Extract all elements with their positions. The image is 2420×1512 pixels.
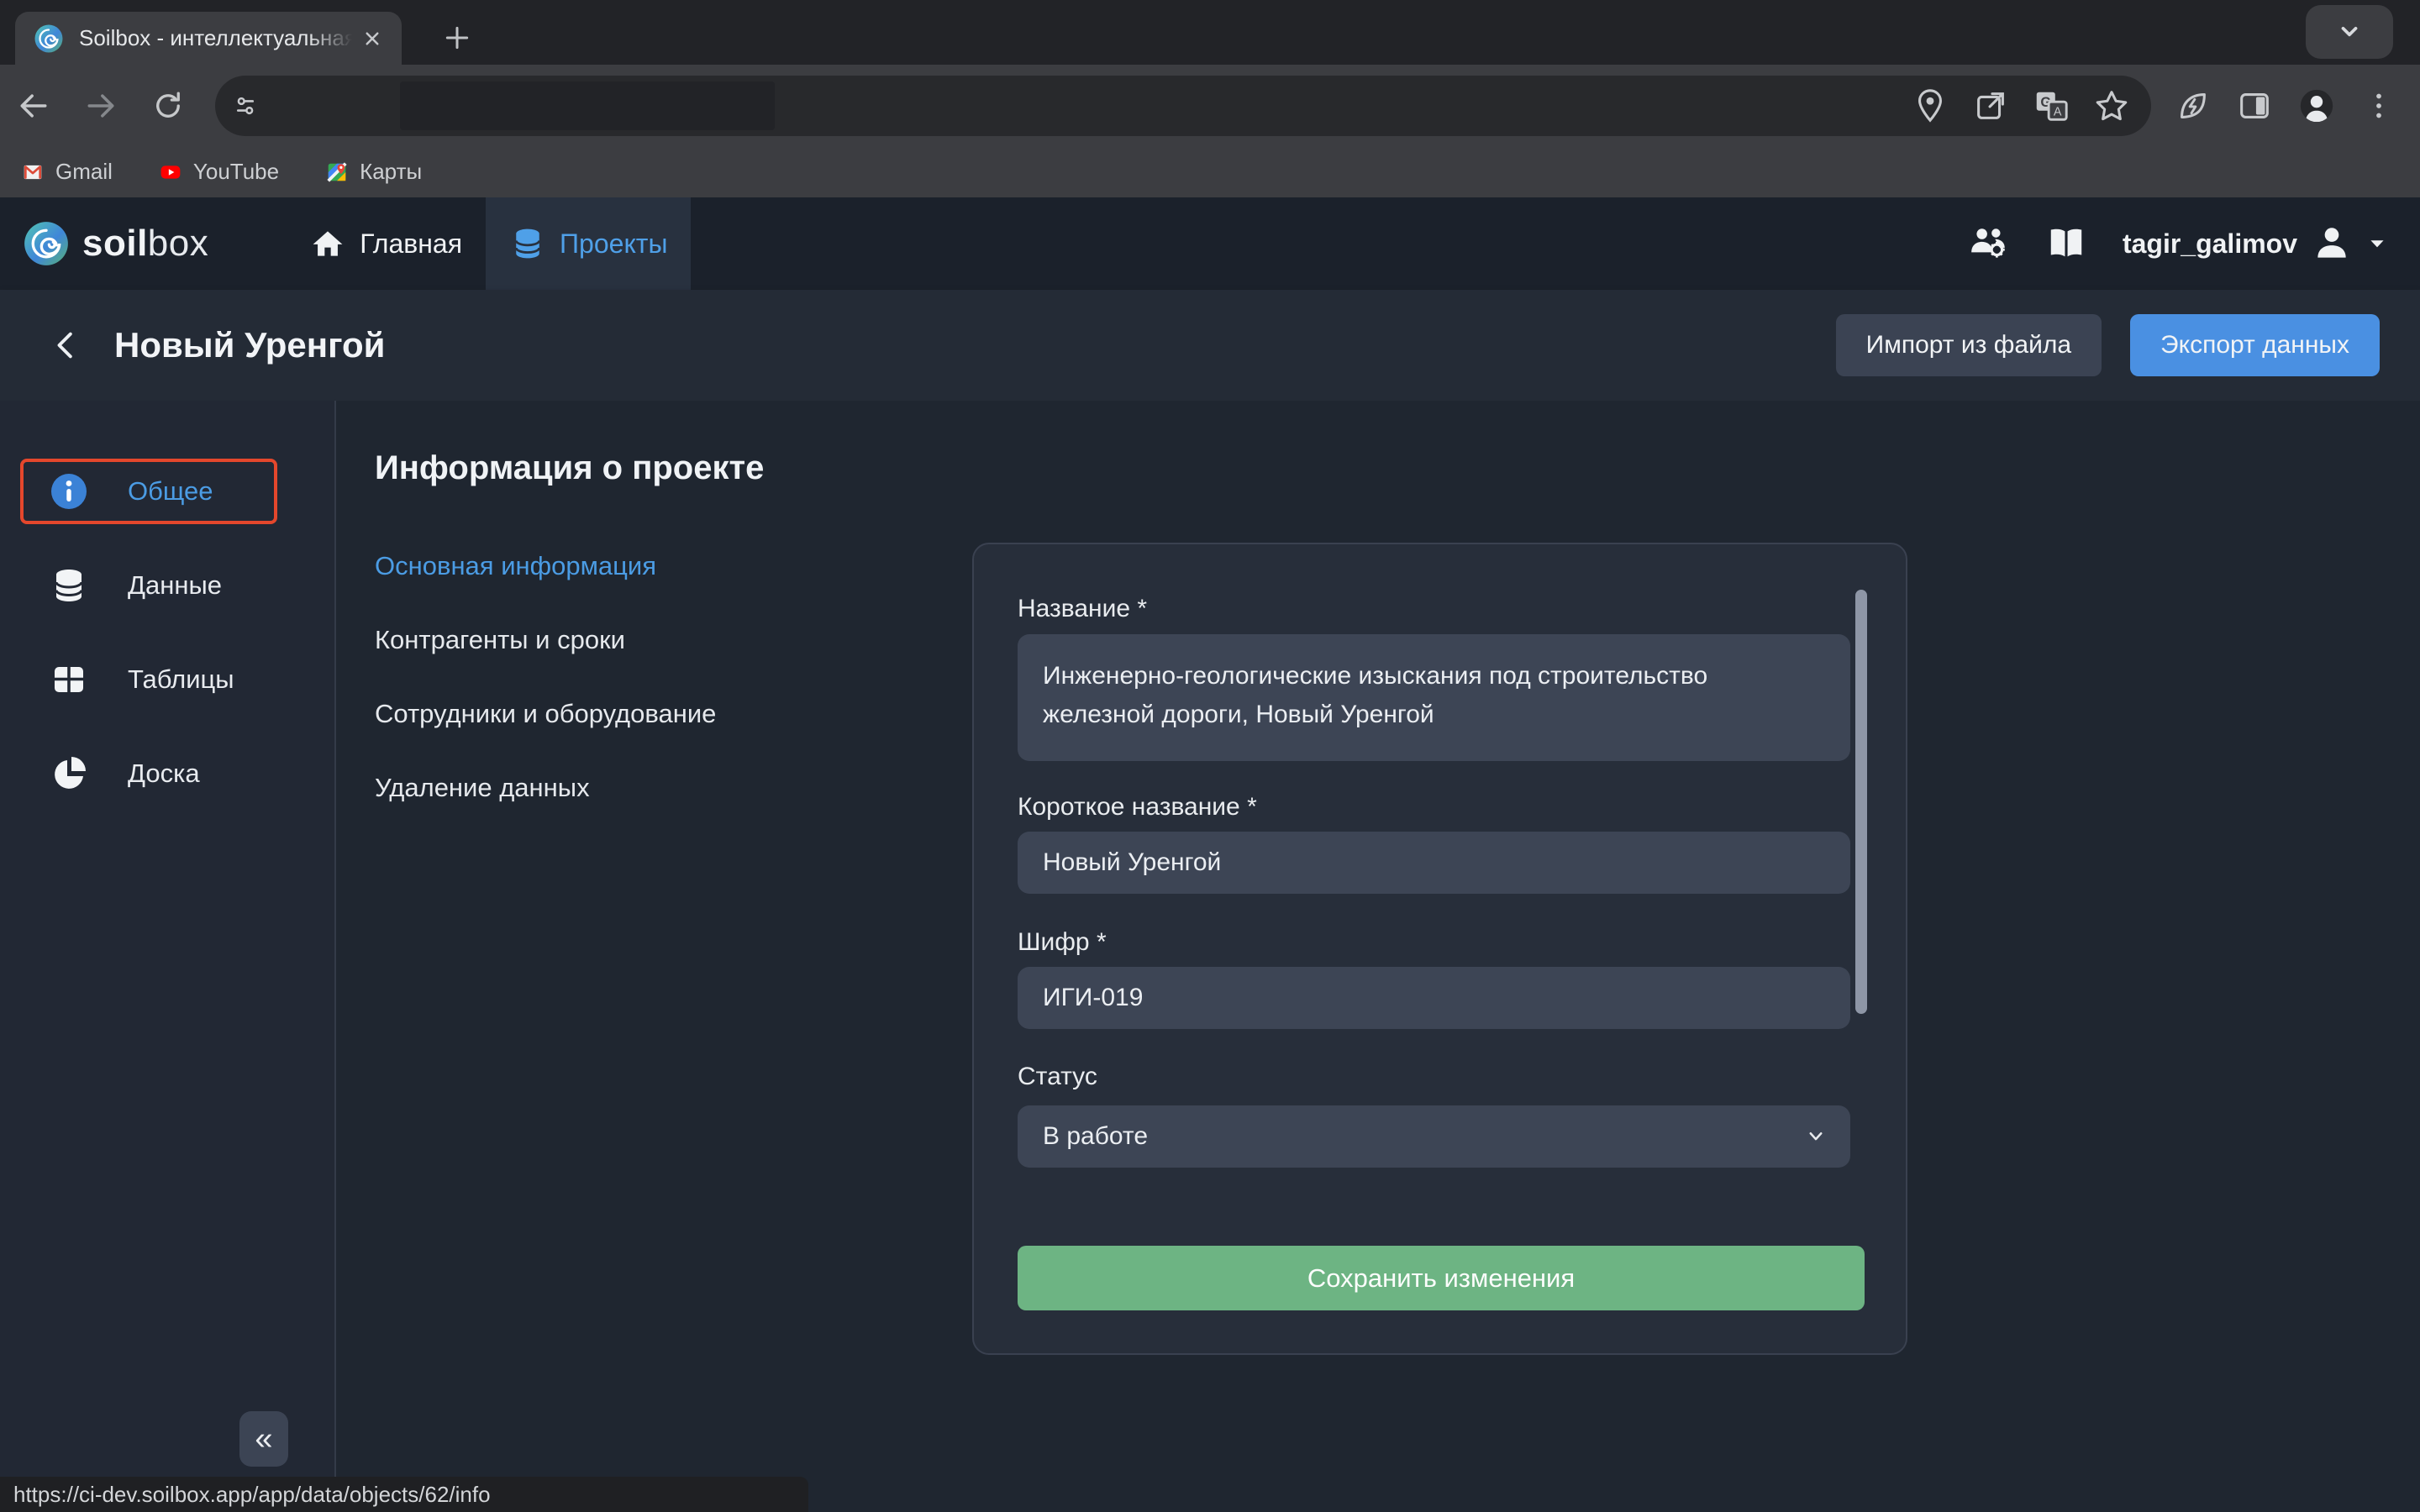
page-title: Новый Уренгой	[114, 325, 386, 365]
status-url-text: https://ci-dev.soilbox.app/app/data/obje…	[13, 1482, 491, 1508]
tab-title: Soilbox - интеллектуальная с	[79, 25, 358, 51]
bookmarks-bar: Gmail YouTube Карты	[0, 146, 2420, 197]
sidebar-collapse-button[interactable]: «	[239, 1411, 288, 1467]
gmail-icon	[22, 161, 44, 183]
user-menu[interactable]: tagir_galimov	[2123, 223, 2388, 265]
tab-strip: Soilbox - интеллектуальная с	[0, 0, 2420, 65]
status-select-value: В работе	[1043, 1122, 1148, 1151]
sidebar-item-data[interactable]: Данные	[20, 553, 277, 618]
status-url-bar: https://ci-dev.soilbox.app/app/data/obje…	[0, 1477, 808, 1512]
username: tagir_galimov	[2123, 228, 2297, 260]
google-maps-icon	[326, 161, 348, 183]
sidebar-item-board[interactable]: Доска	[20, 741, 277, 806]
open-in-new-icon[interactable]	[1971, 87, 2010, 125]
info-icon	[49, 471, 89, 512]
nav-item-label: Главная	[360, 228, 462, 260]
url-selection	[400, 81, 775, 130]
table-icon	[49, 659, 89, 700]
import-button[interactable]: Импорт из файла	[1836, 314, 2102, 376]
new-tab-button[interactable]	[433, 13, 481, 62]
nav-item-projects[interactable]: Проекты	[486, 197, 691, 290]
profile-avatar[interactable]	[2297, 87, 2336, 125]
close-icon[interactable]	[358, 24, 387, 53]
sidebar-item-label: Общее	[128, 476, 213, 507]
address-bar[interactable]: G A	[215, 76, 2151, 136]
sidebar-item-tables[interactable]: Таблицы	[20, 647, 277, 712]
project-sidebar: Общее Данные Таблицы	[0, 401, 336, 1512]
code-input[interactable]	[1018, 967, 1850, 1029]
svg-text:A: A	[2054, 105, 2062, 118]
code-label: Шифр *	[1018, 928, 1107, 957]
browser-tab[interactable]: Soilbox - интеллектуальная с	[15, 12, 402, 65]
project-info-card: Название * Инженерно-геологические изыск…	[972, 543, 1907, 1355]
app-navbar: soilbox Главная Проекты	[0, 197, 2420, 290]
browser-toolbar: G A	[0, 65, 2420, 146]
database-icon	[509, 225, 546, 262]
double-chevron-left-icon: «	[255, 1421, 272, 1457]
brand-light: box	[148, 223, 208, 264]
bookmark-youtube[interactable]: YouTube	[160, 159, 279, 185]
browser-window: Soilbox - интеллектуальная с	[0, 0, 2420, 1512]
docs-book-icon[interactable]	[2045, 223, 2087, 265]
sidebar-item-label: Доска	[128, 759, 200, 789]
brand-name: soilbox	[82, 223, 208, 265]
bookmark-star-icon[interactable]	[2092, 87, 2131, 125]
project-subnav: Основная информация Контрагенты и сроки …	[375, 537, 716, 832]
bookmark-gmail[interactable]: Gmail	[22, 159, 113, 185]
reload-icon[interactable]	[148, 86, 188, 126]
side-panel-icon[interactable]	[2235, 87, 2274, 125]
database-icon	[49, 565, 89, 606]
subnav-item-contractors[interactable]: Контрагенты и сроки	[375, 611, 716, 669]
short-name-label: Короткое название *	[1018, 793, 1257, 822]
forward-icon[interactable]	[81, 86, 121, 126]
location-pin-icon[interactable]	[1911, 87, 1949, 125]
save-button[interactable]: Сохранить изменения	[1018, 1246, 1865, 1310]
energy-saver-icon[interactable]	[2173, 87, 2212, 125]
translate-icon[interactable]: G A	[2032, 87, 2070, 125]
bookmark-label: Карты	[360, 159, 422, 185]
bookmark-maps[interactable]: Карты	[326, 159, 422, 185]
pie-chart-icon	[49, 753, 89, 794]
menu-kebab-icon[interactable]	[2360, 87, 2398, 125]
soilbox-favicon-icon	[34, 24, 64, 54]
subnav-item-basic-info[interactable]: Основная информация	[375, 537, 716, 596]
bookmark-label: YouTube	[193, 159, 279, 185]
tab-search-button[interactable]	[2306, 5, 2393, 59]
export-button[interactable]: Экспорт данных	[2130, 314, 2380, 376]
address-bar-actions: G A	[1911, 87, 2131, 125]
home-icon	[309, 225, 346, 262]
sidebar-item-label: Данные	[128, 570, 222, 601]
person-icon	[2311, 223, 2353, 265]
toolbar-right-actions	[2173, 87, 2398, 125]
card-scrollbar-thumb[interactable]	[1855, 590, 1867, 1014]
subnav-item-delete-data[interactable]: Удаление данных	[375, 759, 716, 817]
content-area: Общее Данные Таблицы	[0, 401, 2420, 1512]
app-navbar-right: tagir_galimov	[1968, 197, 2420, 290]
sidebar-item-general[interactable]: Общее	[20, 459, 277, 524]
app-nav-items: Главная Проекты	[286, 197, 691, 290]
nav-item-label: Проекты	[560, 228, 667, 260]
name-textarea[interactable]: Инженерно-геологические изыскания под ст…	[1018, 634, 1850, 761]
back-chevron-icon[interactable]	[47, 323, 84, 367]
tune-icon[interactable]	[222, 82, 269, 129]
sidebar-item-label: Таблицы	[128, 664, 234, 695]
back-icon[interactable]	[13, 86, 54, 126]
short-name-input[interactable]	[1018, 832, 1850, 894]
youtube-icon	[160, 161, 182, 183]
soilbox-logo-icon	[24, 221, 69, 266]
subnav-item-staff-equipment[interactable]: Сотрудники и оборудование	[375, 685, 716, 743]
name-label: Название *	[1018, 595, 1147, 623]
status-label: Статус	[1018, 1063, 1097, 1091]
soilbox-brand[interactable]: soilbox	[24, 197, 208, 290]
chevron-down-icon	[1803, 1124, 1828, 1149]
page-header: Новый Уренгой Импорт из файла Экспорт да…	[0, 290, 2420, 401]
bookmark-label: Gmail	[55, 159, 113, 185]
page-header-actions: Импорт из файла Экспорт данных	[1836, 314, 2380, 376]
section-title: Информация о проекте	[375, 449, 764, 487]
brand-bold: soil	[82, 223, 148, 264]
caret-down-icon	[2366, 233, 2388, 255]
nav-item-home[interactable]: Главная	[286, 197, 486, 290]
user-management-icon[interactable]	[1968, 223, 2010, 265]
status-select[interactable]: В работе	[1018, 1105, 1850, 1168]
